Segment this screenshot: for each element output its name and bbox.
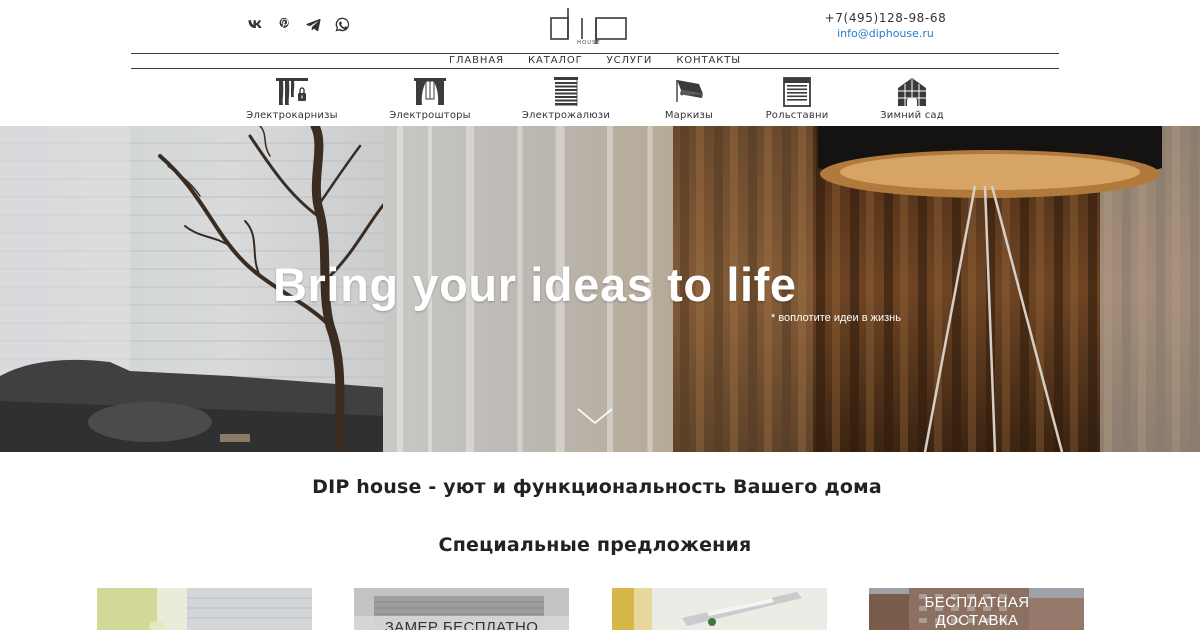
curtains-icon [413,76,447,107]
category-curtain-rails[interactable]: Электрокарнизы [232,76,352,122]
offer-text: ЗАМЕР БЕСПЛАТНО [384,619,539,630]
category-label: Электрокарнизы [246,110,338,121]
offer-image [612,588,827,630]
nav-item-catalog[interactable]: КАТАЛОГ [516,54,595,68]
category-label: Зимний сад [880,110,944,121]
header-contacts: +7(495)128-98-68 info@diphouse.ru [818,11,953,42]
hero-banner: Bring your ideas to life * воплотите иде… [0,126,1200,452]
category-menu: Электрокарнизы Электрошторы Электрожалюз… [0,76,1200,126]
category-label: Маркизы [664,110,714,121]
offer-card[interactable] [97,588,312,630]
roller-shutter-icon [780,76,814,107]
main-nav: ГЛАВНАЯ КАТАЛОГ УСЛУГИ КОНТАКТЫ [131,54,1059,68]
category-winter-garden[interactable]: Зимний сад [852,76,972,122]
nav-item-home[interactable]: ГЛАВНАЯ [437,54,516,68]
blinds-icon [549,76,583,107]
logo[interactable]: HOUSE [549,5,631,46]
hero-title: Bring your ideas to life [273,258,797,311]
vk-icon[interactable] [246,15,265,34]
nav-divider-bottom [131,68,1059,69]
category-label: Электрошторы [389,110,471,121]
category-awnings[interactable]: Маркизы [629,76,749,122]
chevron-down-icon[interactable] [577,406,613,426]
category-roller-shutters[interactable]: Рольставни [737,76,857,122]
offer-card[interactable]: ЗАМЕР БЕСПЛАТНО [354,588,569,630]
phone-number[interactable]: +7(495)128-98-68 [818,11,953,26]
email-link[interactable]: info@diphouse.ru [818,26,953,42]
header-top: HOUSE +7(495)128-98-68 info@diphouse.ru [0,0,1200,52]
svg-text:HOUSE: HOUSE [577,40,601,45]
category-electric-blinds[interactable]: Электрожалюзи [506,76,626,122]
offer-card[interactable] [612,588,827,630]
whatsapp-icon[interactable] [333,15,352,34]
category-label: Электрожалюзи [521,110,611,121]
category-label: Рольставни [765,110,829,121]
greenhouse-icon [895,76,929,107]
tagline: DIP house - уют и функциональность Вашег… [312,476,882,498]
offer-image [97,588,312,630]
nav-item-services[interactable]: УСЛУГИ [595,54,665,68]
awning-icon [672,76,706,107]
offer-card[interactable]: БЕСПЛАТНАЯ ДОСТАВКА [869,588,1084,630]
nav-item-contacts[interactable]: КОНТАКТЫ [664,54,753,68]
pinterest-icon[interactable] [275,15,294,34]
category-electric-curtains[interactable]: Электрошторы [370,76,490,122]
hero-subtitle: * воплотите идеи в жизнь [771,312,901,324]
offer-text: БЕСПЛАТНАЯ ДОСТАВКА [924,594,1030,629]
curtain-rail-icon [275,76,309,107]
social-links [246,15,352,34]
special-offers-title: Специальные предложения [438,534,752,556]
telegram-icon[interactable] [304,15,323,34]
